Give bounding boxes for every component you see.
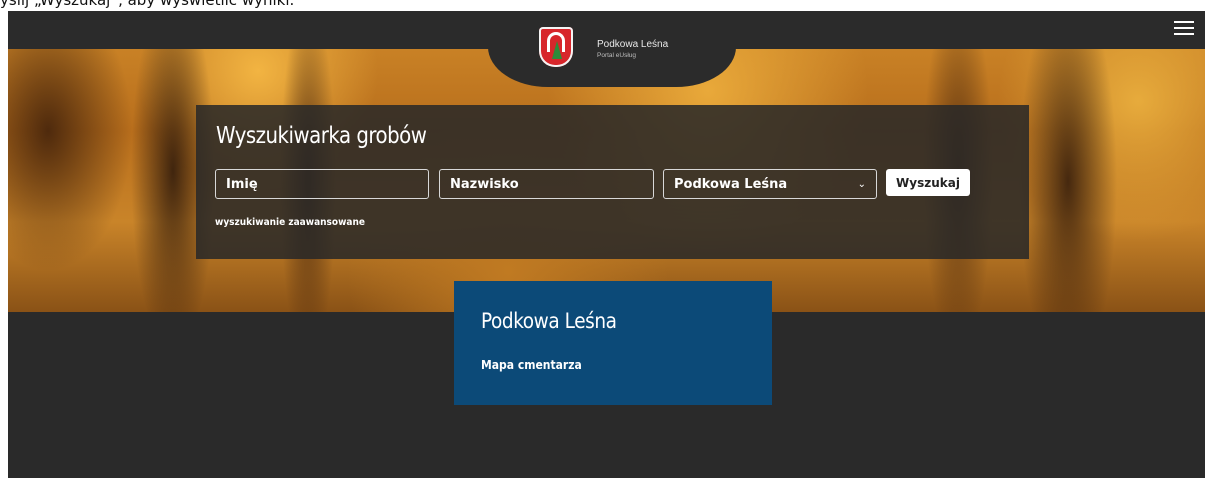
- cemetery-map-link[interactable]: Mapa cmentarza: [481, 358, 582, 372]
- last-name-input[interactable]: [439, 169, 654, 199]
- first-name-input[interactable]: [215, 169, 429, 199]
- cemetery-select[interactable]: Podkowa Leśna ⌄: [663, 169, 877, 199]
- cemetery-select-value: Podkowa Leśna: [674, 176, 788, 192]
- search-title: Wyszukiwarka grobów: [216, 123, 427, 149]
- cemetery-card: Podkowa Leśna Mapa cmentarza: [454, 281, 772, 405]
- instruction-caption: yślij „Wyszukaj”, aby wyświetlić wyniki.: [0, 0, 295, 9]
- advanced-search-link[interactable]: wyszukiwanie zaawansowane: [215, 217, 365, 228]
- brand-name[interactable]: Podkowa Leśna: [597, 39, 668, 50]
- portal-window: Podkowa Leśna Portal eUsług Wyszukiwarka…: [8, 11, 1205, 478]
- menu-line: [1174, 33, 1194, 35]
- coat-of-arms-icon[interactable]: [539, 27, 573, 67]
- brand-subtitle: Portal eUsług: [597, 52, 637, 59]
- search-button[interactable]: Wyszukaj: [886, 169, 970, 196]
- grave-search-panel: Wyszukiwarka grobów Podkowa Leśna ⌄ Wysz…: [196, 105, 1029, 259]
- cemetery-card-title: Podkowa Leśna: [481, 309, 617, 333]
- chevron-down-icon: ⌄: [857, 178, 866, 190]
- hamburger-icon[interactable]: [1174, 21, 1194, 37]
- menu-line: [1174, 21, 1194, 23]
- tree-shape: [552, 41, 562, 59]
- menu-line: [1174, 27, 1194, 29]
